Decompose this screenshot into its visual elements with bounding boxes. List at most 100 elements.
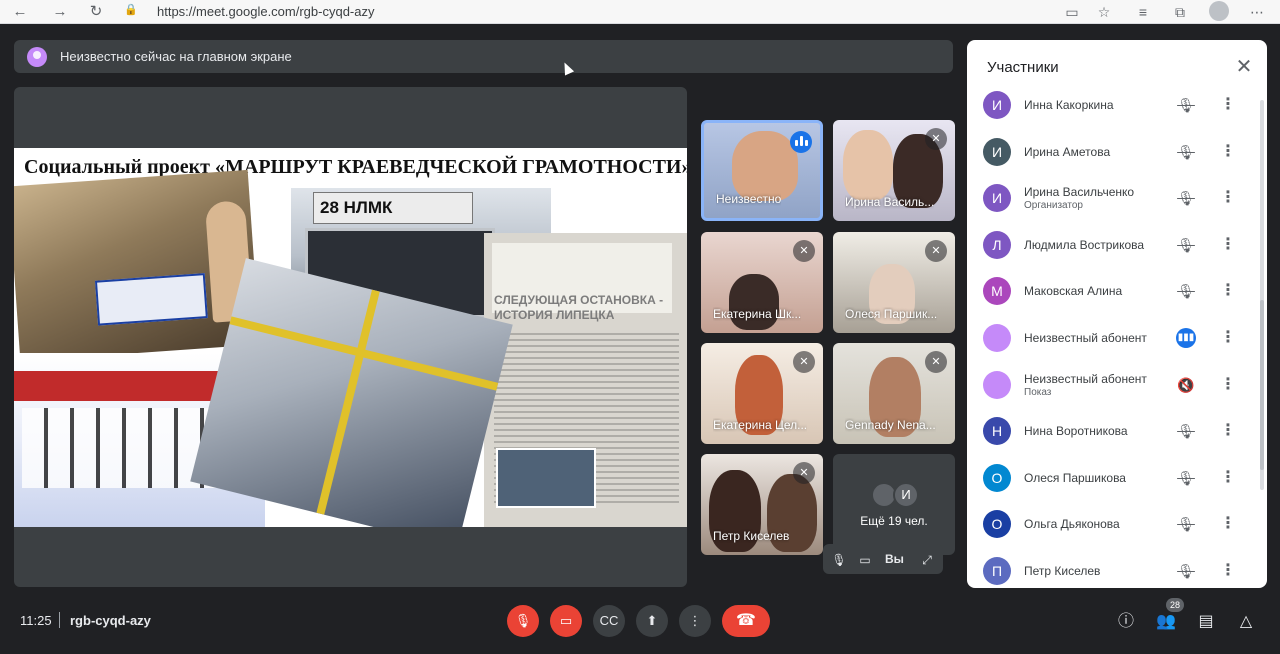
mic-off-icon[interactable]: 🎙 bbox=[1176, 514, 1196, 534]
mic-off-icon[interactable]: 🎙 bbox=[1176, 468, 1196, 488]
profile-avatar[interactable] bbox=[1209, 1, 1229, 21]
more-vert-icon[interactable]: ⋮ bbox=[1220, 95, 1236, 115]
tile-name: Ирина Василь... bbox=[845, 195, 935, 209]
article-photo bbox=[496, 448, 596, 508]
more-vert-icon[interactable]: ⋮ bbox=[1220, 375, 1236, 395]
more-options-button[interactable]: ⋮ bbox=[679, 605, 711, 637]
more-vert-icon[interactable]: ⋮ bbox=[1220, 328, 1236, 348]
participant-name: Ирина Васильченко bbox=[1024, 185, 1135, 200]
mic-off-icon[interactable]: 🎙 bbox=[1176, 421, 1196, 441]
camera-permission-icon[interactable]: ▭ bbox=[1062, 2, 1082, 22]
mic-off-icon[interactable]: 🎙 bbox=[1176, 235, 1196, 255]
scrollbar[interactable] bbox=[1260, 100, 1264, 490]
participant-row[interactable]: И Инна Какоркина 🎙 ⋮ bbox=[967, 84, 1267, 128]
more-vert-icon[interactable]: ⋮ bbox=[1220, 561, 1236, 581]
divider bbox=[59, 612, 60, 628]
reload-icon[interactable]: ↻ bbox=[86, 2, 106, 22]
participant-row[interactable]: И Ирина Аметова 🎙 ⋮ bbox=[967, 129, 1267, 175]
participant-tile[interactable]: ✕ Олеся Паршик... bbox=[833, 232, 955, 333]
meeting-details-icon[interactable]: ⓘ bbox=[1114, 610, 1138, 634]
main-stage[interactable]: Социальный проект «МАРШРУТ КРАЕВЕДЧЕСКОЙ… bbox=[14, 87, 687, 587]
address-bar[interactable]: 🔒 https://meet.google.com/rgb-cyqd-azy bbox=[124, 1, 384, 21]
participant-name: Неизвестный абонент bbox=[1024, 331, 1147, 345]
people-icon[interactable]: 👥 bbox=[1154, 610, 1178, 634]
participant-list[interactable]: И Инна Какоркина 🎙 ⋮ И Ирина Аметова 🎙 ⋮ И Ирина … bbox=[967, 84, 1267, 588]
mic-off-icon: ✕ bbox=[925, 351, 947, 373]
participant-tile[interactable]: ✕ Петр Киселев bbox=[701, 454, 823, 555]
participant-row[interactable]: Н Нина Воротникова 🎙 ⋮ bbox=[967, 408, 1267, 454]
participant-avatar bbox=[983, 370, 1011, 399]
expand-icon[interactable]: ⤢ bbox=[917, 550, 937, 570]
more-vert-icon[interactable]: ⋮ bbox=[1220, 142, 1236, 162]
forward-icon[interactable]: → bbox=[50, 2, 70, 22]
mic-off-icon[interactable]: 🎙 bbox=[1176, 142, 1196, 162]
presentation-banner-text: Неизвестно сейчас на главном экране bbox=[60, 49, 292, 64]
participant-row[interactable]: И Ирина Васильченко Организатор 🎙 ⋮ bbox=[967, 175, 1267, 221]
participant-row[interactable]: Неизвестный абонент Показ 🔇 ⋮ bbox=[967, 362, 1267, 408]
participant-row[interactable]: О Олеся Паршикова 🎙 ⋮ bbox=[967, 455, 1267, 501]
participant-face bbox=[843, 130, 893, 200]
star-icon[interactable]: ☆ bbox=[1094, 2, 1114, 22]
camera-off-icon[interactable]: ▭ bbox=[855, 550, 875, 570]
more-vert-icon[interactable]: ⋮ bbox=[1220, 235, 1236, 255]
mic-off-icon[interactable]: 🎙 bbox=[1176, 188, 1196, 208]
tile-name: Gennady Nena... bbox=[845, 418, 936, 432]
participant-tile[interactable]: ✕ Екатерина Шк... bbox=[701, 232, 823, 333]
chat-icon[interactable]: ▤ bbox=[1194, 610, 1218, 634]
participant-name: Маковская Алина bbox=[1024, 284, 1123, 299]
participant-avatar: М bbox=[983, 277, 1011, 306]
close-icon[interactable]: ✕ bbox=[1232, 55, 1256, 79]
handrail-vertical bbox=[316, 289, 380, 515]
activities-icon[interactable]: △ bbox=[1234, 610, 1258, 634]
participant-tile[interactable]: ✕ Екатерина Цел... bbox=[701, 343, 823, 444]
scrollbar-thumb[interactable] bbox=[1260, 300, 1264, 470]
participant-row[interactable]: М Маковская Алина 🎙 ⋮ bbox=[967, 268, 1267, 314]
participant-name: Людмила Вострикова bbox=[1024, 237, 1145, 252]
volume-off-icon[interactable]: 🔇 bbox=[1176, 375, 1196, 395]
mic-off-icon[interactable]: 🎙 bbox=[829, 550, 849, 570]
participant-avatar bbox=[983, 324, 1011, 352]
panel-title: Участники bbox=[987, 59, 1059, 76]
tile-name: Екатерина Цел... bbox=[713, 418, 808, 432]
camera-toggle-button[interactable]: ▭ bbox=[550, 605, 582, 637]
more-participants-tile[interactable]: И Ещё 19 чел. bbox=[833, 454, 955, 555]
more-vert-icon[interactable]: ⋮ bbox=[1220, 514, 1236, 534]
mic-off-icon[interactable]: 🎙 bbox=[1176, 95, 1196, 115]
mic-off-icon[interactable]: 🎙 bbox=[1176, 281, 1196, 301]
mic-off-icon[interactable]: 🎙 bbox=[1176, 561, 1196, 581]
mic-toggle-button[interactable]: 🎙 bbox=[507, 605, 539, 637]
participant-row[interactable]: П Петр Киселев 🎙 ⋮ bbox=[967, 548, 1267, 588]
present-button[interactable]: ⬆ bbox=[636, 605, 668, 637]
participant-avatar: И bbox=[983, 137, 1011, 166]
speaking-indicator-icon[interactable]: ▮▮▮ bbox=[1176, 328, 1196, 348]
leave-call-button[interactable]: ☎ bbox=[722, 605, 770, 637]
url-text[interactable]: https://meet.google.com/rgb-cyqd-azy bbox=[157, 4, 375, 19]
participant-face bbox=[729, 274, 779, 330]
participant-name: Ольга Дьяконова bbox=[1024, 517, 1120, 532]
participant-name: Петр Киселев bbox=[1024, 564, 1101, 578]
more-vert-icon[interactable]: ⋮ bbox=[1220, 281, 1236, 301]
slide-title: Социальный проект «МАРШРУТ КРАЕВЕДЧЕСКОЙ… bbox=[24, 156, 687, 178]
participant-tile[interactable]: ✕ Gennady Nena... bbox=[833, 343, 955, 444]
participant-name: Инна Какоркина bbox=[1024, 98, 1114, 112]
back-icon[interactable]: ← bbox=[10, 2, 30, 22]
collections-icon[interactable]: ⧉ bbox=[1170, 2, 1190, 22]
more-menu-icon[interactable]: ⋯ bbox=[1247, 2, 1267, 22]
participant-row[interactable]: О Ольга Дьяконова 🎙 ⋮ bbox=[967, 501, 1267, 547]
participant-tile[interactable]: ✕ Ирина Василь... bbox=[833, 120, 955, 221]
captions-button[interactable]: CC bbox=[593, 605, 625, 637]
students-photo bbox=[14, 169, 260, 362]
participant-row[interactable]: Л Людмила Вострикова 🎙 ⋮ bbox=[967, 222, 1267, 268]
participant-row[interactable]: Неизвестный абонент ▮▮▮ ⋮ bbox=[967, 315, 1267, 361]
participant-name: Неизвестный абонент bbox=[1024, 371, 1147, 386]
more-vert-icon[interactable]: ⋮ bbox=[1220, 421, 1236, 441]
participant-avatar: О bbox=[983, 463, 1011, 492]
participant-role: Организатор bbox=[1024, 200, 1083, 212]
more-vert-icon[interactable]: ⋮ bbox=[1220, 468, 1236, 488]
participants-panel: Участники ✕ И Инна Какоркина 🎙 ⋮ И Ирина Амет… bbox=[967, 40, 1267, 588]
participant-tile[interactable]: Неизвестно bbox=[701, 120, 823, 221]
more-vert-icon[interactable]: ⋮ bbox=[1220, 188, 1236, 208]
self-label: Вы bbox=[885, 552, 904, 566]
participant-name: Нина Воротникова bbox=[1024, 424, 1128, 439]
favorites-icon[interactable]: ≡ bbox=[1133, 2, 1153, 22]
